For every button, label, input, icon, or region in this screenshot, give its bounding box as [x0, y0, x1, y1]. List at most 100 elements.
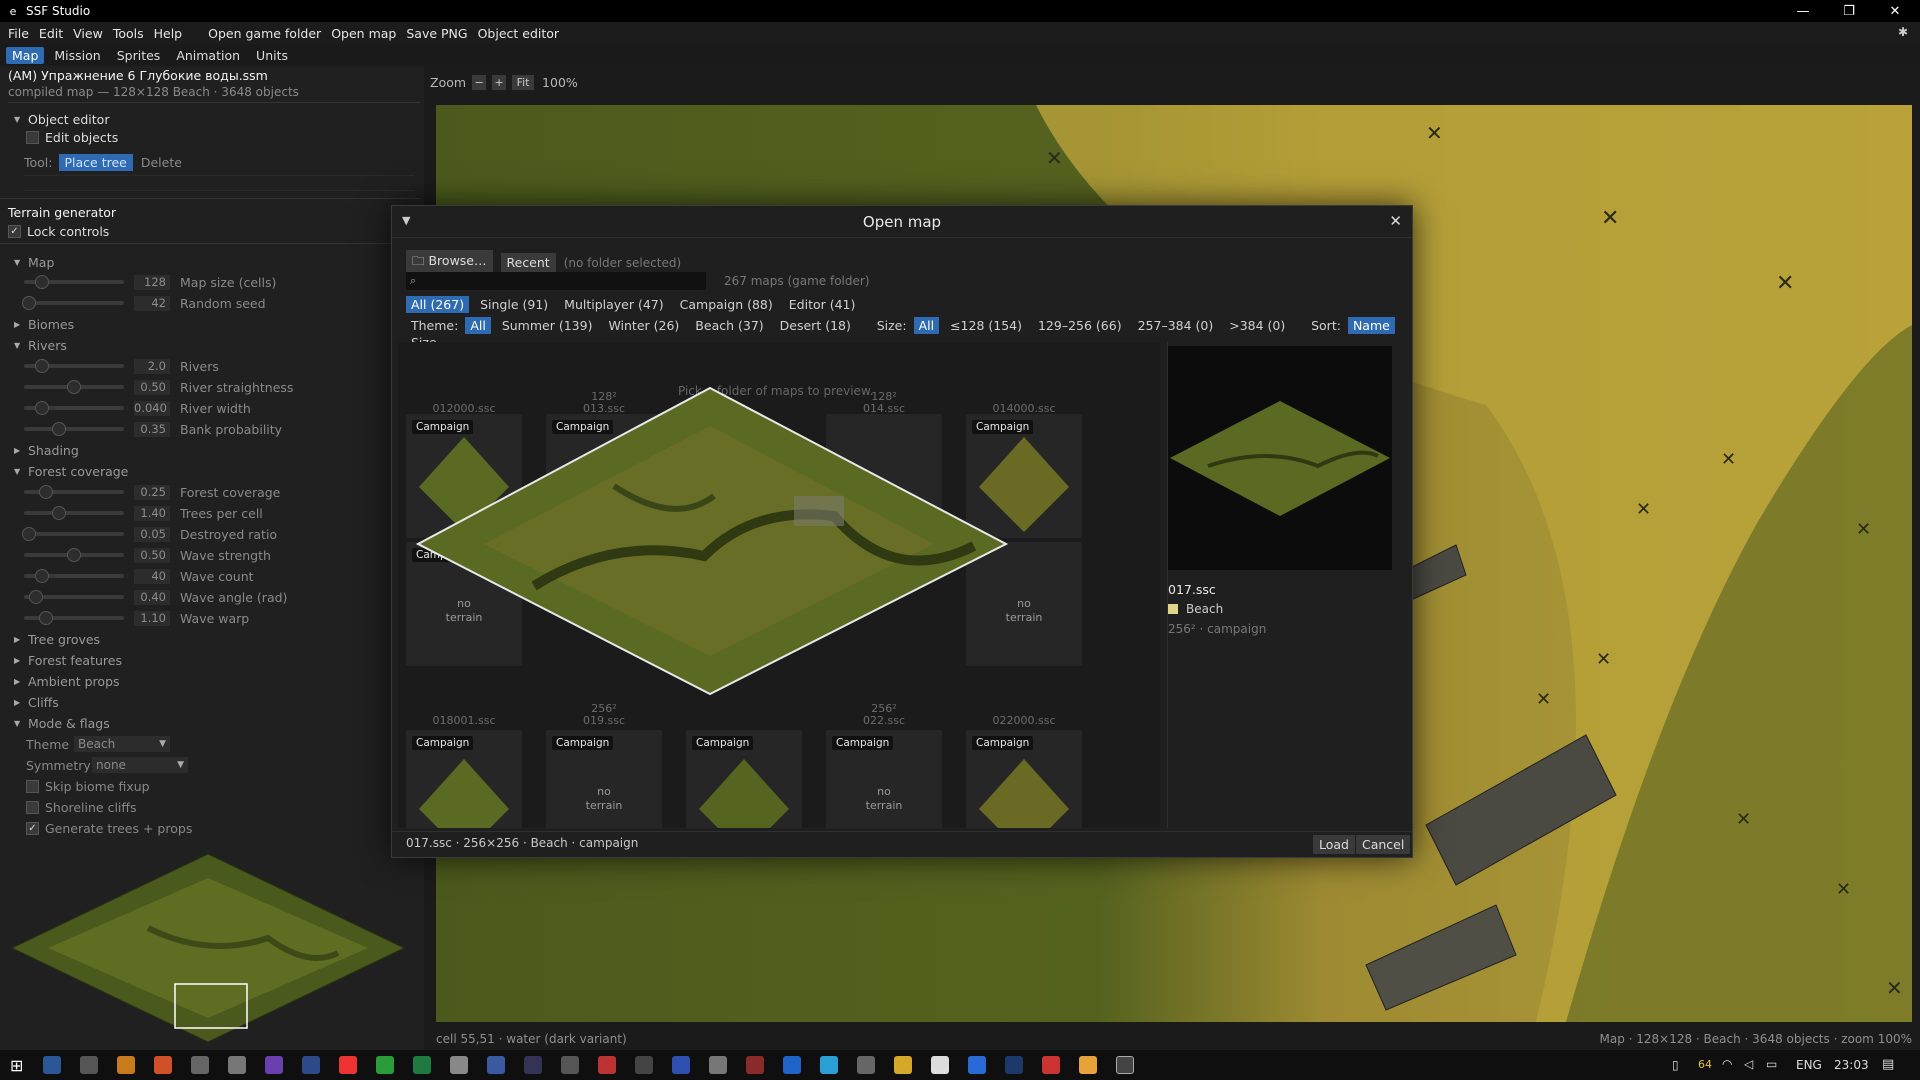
zoom-fit-button[interactable]: Fit	[512, 74, 535, 90]
section-cliffs[interactable]: ▶ Cliffs	[14, 695, 59, 710]
app-icon[interactable]	[1079, 1056, 1098, 1074]
slider-value-field[interactable]: 0.50	[134, 379, 170, 395]
section-map[interactable]: ▼ Map	[14, 255, 54, 270]
slider-knob[interactable]	[29, 590, 43, 604]
recent-button[interactable]: Recent	[500, 253, 556, 272]
slider-value-field[interactable]: 0.25	[134, 484, 170, 500]
tab-sprites[interactable]: Sprites	[111, 47, 167, 64]
app-icon[interactable]	[783, 1056, 802, 1074]
app-icon[interactable]	[117, 1056, 136, 1074]
slider-track[interactable]	[24, 611, 124, 625]
symmetry-select[interactable]: none ▼	[92, 757, 188, 773]
chrome-icon[interactable]	[376, 1056, 395, 1074]
search-input[interactable]: ⌕	[406, 272, 706, 290]
power-icon[interactable]: ▭	[1766, 1057, 1777, 1071]
map-card[interactable]: Campaign no terrain	[826, 730, 942, 828]
folder-icon[interactable]	[894, 1056, 913, 1074]
slider-value-field[interactable]: 42	[134, 295, 170, 311]
size-le128[interactable]: ≤128 (154)	[945, 317, 1027, 334]
app-icon[interactable]	[598, 1056, 617, 1074]
slider-track[interactable]	[24, 275, 124, 289]
theme-desert[interactable]: Desert (18)	[775, 317, 856, 334]
close-window-button[interactable]: ✕	[1875, 0, 1915, 22]
app-icon[interactable]	[154, 1056, 173, 1074]
tab-units[interactable]: Units	[250, 47, 294, 64]
sort-name[interactable]: Name	[1347, 317, 1395, 334]
lock-controls-checkbox[interactable]: ✓ Lock controls	[8, 224, 109, 239]
minimap[interactable]	[8, 848, 408, 1048]
app-icon[interactable]	[561, 1056, 580, 1074]
section-forest-features[interactable]: ▶ Forest features	[14, 653, 122, 668]
battery-icon[interactable]: ▯	[1672, 1058, 1679, 1072]
tab-animation[interactable]: Animation	[170, 47, 246, 64]
section-mode-flags[interactable]: ▼ Mode & flags	[14, 716, 110, 731]
menu-open-map[interactable]: Open map	[331, 26, 396, 41]
app-icon[interactable]	[1005, 1056, 1024, 1074]
map-card[interactable]: Campaign no terrain	[546, 730, 662, 828]
section-object-editor[interactable]: ▼ Object editor	[14, 112, 109, 127]
slider-value-field[interactable]: 2.0	[134, 358, 170, 374]
app-icon[interactable]	[191, 1056, 210, 1074]
filter-campaign[interactable]: Campaign (88)	[675, 296, 778, 313]
browser-icon[interactable]	[339, 1056, 358, 1074]
slider-value-field[interactable]: 0.40	[134, 589, 170, 605]
slider-value-field[interactable]: 1.10	[134, 610, 170, 626]
section-forest-coverage[interactable]: ▼ Forest coverage	[14, 464, 128, 479]
place-tree-button[interactable]: Place tree	[58, 154, 133, 171]
size-gt384[interactable]: >384 (0)	[1224, 317, 1290, 334]
theme-summer[interactable]: Summer (139)	[497, 317, 598, 334]
app-icon[interactable]	[80, 1056, 99, 1074]
load-button[interactable]: Load	[1313, 835, 1355, 854]
map-card[interactable]: Campaign	[686, 730, 802, 828]
section-biomes[interactable]: ▶ Biomes	[14, 317, 74, 332]
slider-track[interactable]	[22, 296, 124, 310]
slider-track[interactable]	[24, 506, 124, 520]
slider-knob[interactable]	[52, 506, 66, 520]
word-icon[interactable]	[43, 1056, 62, 1074]
excel-icon[interactable]	[413, 1056, 432, 1074]
app-icon[interactable]	[968, 1056, 987, 1074]
theme-select[interactable]: Beach ▼	[74, 736, 170, 752]
slider-value-field[interactable]: 40	[134, 568, 170, 584]
size-129-256[interactable]: 129–256 (66)	[1033, 317, 1127, 334]
slider-track[interactable]	[24, 422, 124, 436]
ssf-studio-taskbar-icon[interactable]	[1116, 1056, 1135, 1074]
app-icon[interactable]	[487, 1056, 506, 1074]
slider-value-field[interactable]: 0.040	[134, 400, 170, 416]
telegram-icon[interactable]	[820, 1056, 839, 1074]
slider-value-field[interactable]: 0.50	[134, 547, 170, 563]
section-shading[interactable]: ▶ Shading	[14, 443, 79, 458]
section-ambient-props[interactable]: ▶ Ambient props	[14, 674, 120, 689]
slider-value-field[interactable]: 1.40	[134, 505, 170, 521]
slider-track[interactable]	[24, 401, 124, 415]
shoreline-cliffs-checkbox[interactable]: Shoreline cliffs	[26, 800, 137, 815]
menu-tools[interactable]: Tools	[113, 26, 144, 41]
generate-trees-checkbox[interactable]: ✓ Generate trees + props	[26, 821, 192, 836]
zoom-out-button[interactable]: −	[472, 74, 487, 90]
slider-track[interactable]	[24, 380, 124, 394]
app-icon[interactable]	[931, 1056, 950, 1074]
slider-knob[interactable]	[39, 485, 53, 499]
slider-knob[interactable]	[35, 359, 49, 373]
filter-all[interactable]: All (267)	[406, 296, 470, 313]
clock[interactable]: 23:03	[1834, 1058, 1869, 1072]
cancel-button[interactable]: Cancel	[1356, 835, 1411, 854]
slider-knob[interactable]	[22, 296, 36, 310]
section-tree-groves[interactable]: ▶ Tree groves	[14, 632, 100, 647]
menu-save-png[interactable]: Save PNG	[406, 26, 467, 41]
filter-single[interactable]: Single (91)	[475, 296, 553, 313]
app-icon[interactable]	[635, 1056, 654, 1074]
slider-value-field[interactable]: 0.35	[134, 421, 170, 437]
map-card[interactable]: Campaign	[966, 730, 1082, 828]
windows-start-icon[interactable]: ⊞	[10, 1056, 23, 1075]
menu-object-editor[interactable]: Object editor	[478, 26, 559, 41]
slider-track[interactable]	[24, 548, 124, 562]
filter-multiplayer[interactable]: Multiplayer (47)	[559, 296, 668, 313]
slider-knob[interactable]	[35, 401, 49, 415]
slider-knob[interactable]	[35, 569, 49, 583]
app-icon[interactable]	[228, 1056, 247, 1074]
app-icon[interactable]	[857, 1056, 876, 1074]
app-icon[interactable]	[302, 1056, 321, 1074]
settings-icon[interactable]: ✱	[1898, 25, 1908, 39]
tab-map[interactable]: Map	[6, 46, 45, 64]
